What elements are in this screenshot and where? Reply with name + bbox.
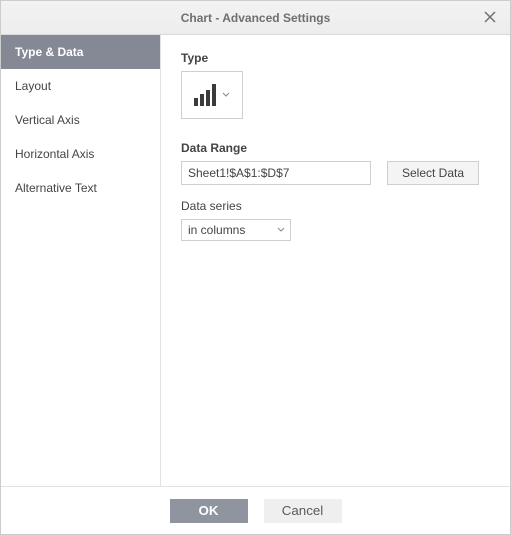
dialog: Chart - Advanced Settings Type & Data La… (0, 0, 511, 535)
sidebar-item-alternative-text[interactable]: Alternative Text (1, 171, 160, 205)
type-label: Type (181, 51, 490, 65)
footer: OK Cancel (1, 486, 510, 534)
select-data-button[interactable]: Select Data (387, 161, 479, 185)
bar-chart-icon (194, 84, 216, 106)
data-range-input[interactable] (181, 161, 371, 185)
content-panel: Type Data Range Select Data Data series … (161, 35, 510, 486)
data-series-label: Data series (181, 199, 490, 213)
sidebar-item-label: Type & Data (15, 45, 83, 59)
ok-button[interactable]: OK (170, 499, 248, 523)
dialog-body: Type & Data Layout Vertical Axis Horizon… (1, 35, 510, 486)
sidebar-item-label: Vertical Axis (15, 113, 80, 127)
sidebar-item-vertical-axis[interactable]: Vertical Axis (1, 103, 160, 137)
sidebar-item-horizontal-axis[interactable]: Horizontal Axis (1, 137, 160, 171)
data-series-select[interactable]: in columns (181, 219, 291, 241)
chart-type-picker[interactable] (181, 71, 243, 119)
sidebar-item-label: Horizontal Axis (15, 147, 94, 161)
titlebar: Chart - Advanced Settings (1, 1, 510, 35)
close-icon (484, 11, 496, 23)
chevron-down-icon (222, 91, 230, 99)
sidebar-item-label: Alternative Text (15, 181, 97, 195)
data-range-label: Data Range (181, 141, 490, 155)
close-button[interactable] (480, 7, 500, 27)
sidebar-item-type-data[interactable]: Type & Data (1, 35, 160, 69)
dialog-title: Chart - Advanced Settings (181, 11, 331, 25)
sidebar: Type & Data Layout Vertical Axis Horizon… (1, 35, 161, 486)
sidebar-item-label: Layout (15, 79, 51, 93)
data-series-value: in columns (188, 223, 245, 237)
cancel-button[interactable]: Cancel (264, 499, 342, 523)
data-range-row: Select Data (181, 161, 490, 185)
sidebar-item-layout[interactable]: Layout (1, 69, 160, 103)
chevron-down-icon (276, 225, 286, 235)
